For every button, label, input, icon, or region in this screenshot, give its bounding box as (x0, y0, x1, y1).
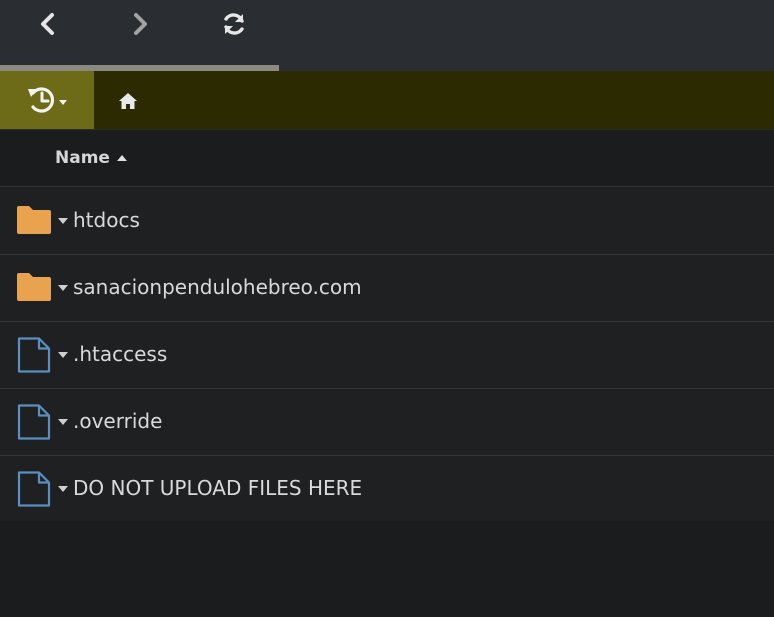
forward-button[interactable] (122, 6, 158, 42)
folder-icon (17, 206, 51, 234)
top-toolbar (0, 0, 774, 71)
file-icon (17, 404, 51, 440)
caret-down-icon[interactable] (58, 486, 68, 492)
caret-down-icon[interactable] (58, 218, 68, 224)
sort-by-name-button[interactable]: Name (55, 148, 128, 168)
file-icon (17, 471, 51, 507)
back-button[interactable] (30, 6, 66, 42)
caret-down-icon[interactable] (58, 352, 68, 358)
column-name-label: Name (55, 148, 110, 168)
home-icon (119, 93, 137, 109)
caret-down-icon[interactable] (58, 285, 68, 291)
refresh-icon (224, 13, 244, 35)
file-list-header: Name (0, 129, 774, 187)
empty-area (0, 521, 774, 617)
list-item[interactable]: sanacionpendulohebreo.com (0, 255, 774, 322)
file-icon (17, 337, 51, 373)
history-icon (28, 87, 67, 113)
file-name[interactable]: .override (73, 409, 162, 433)
chevron-right-icon (134, 13, 147, 35)
path-bar (0, 71, 774, 129)
sort-ascending-icon (116, 155, 127, 161)
file-name[interactable]: .htaccess (73, 342, 167, 366)
folder-icon (17, 273, 51, 301)
refresh-button[interactable] (216, 6, 252, 42)
list-item[interactable]: .override (0, 389, 774, 456)
file-name[interactable]: htdocs (73, 208, 140, 232)
history-button[interactable] (0, 71, 94, 129)
file-name[interactable]: sanacionpendulohebreo.com (73, 275, 362, 299)
caret-down-icon[interactable] (58, 419, 68, 425)
list-item[interactable]: DO NOT UPLOAD FILES HERE (0, 456, 774, 522)
file-name[interactable]: DO NOT UPLOAD FILES HERE (73, 476, 362, 500)
list-item[interactable]: .htaccess (0, 322, 774, 389)
chevron-left-icon (41, 13, 54, 35)
file-list: htdocs sanacionpendulohebreo.com .htacce… (0, 188, 774, 522)
home-button[interactable] (114, 87, 142, 115)
list-item[interactable]: htdocs (0, 188, 774, 255)
